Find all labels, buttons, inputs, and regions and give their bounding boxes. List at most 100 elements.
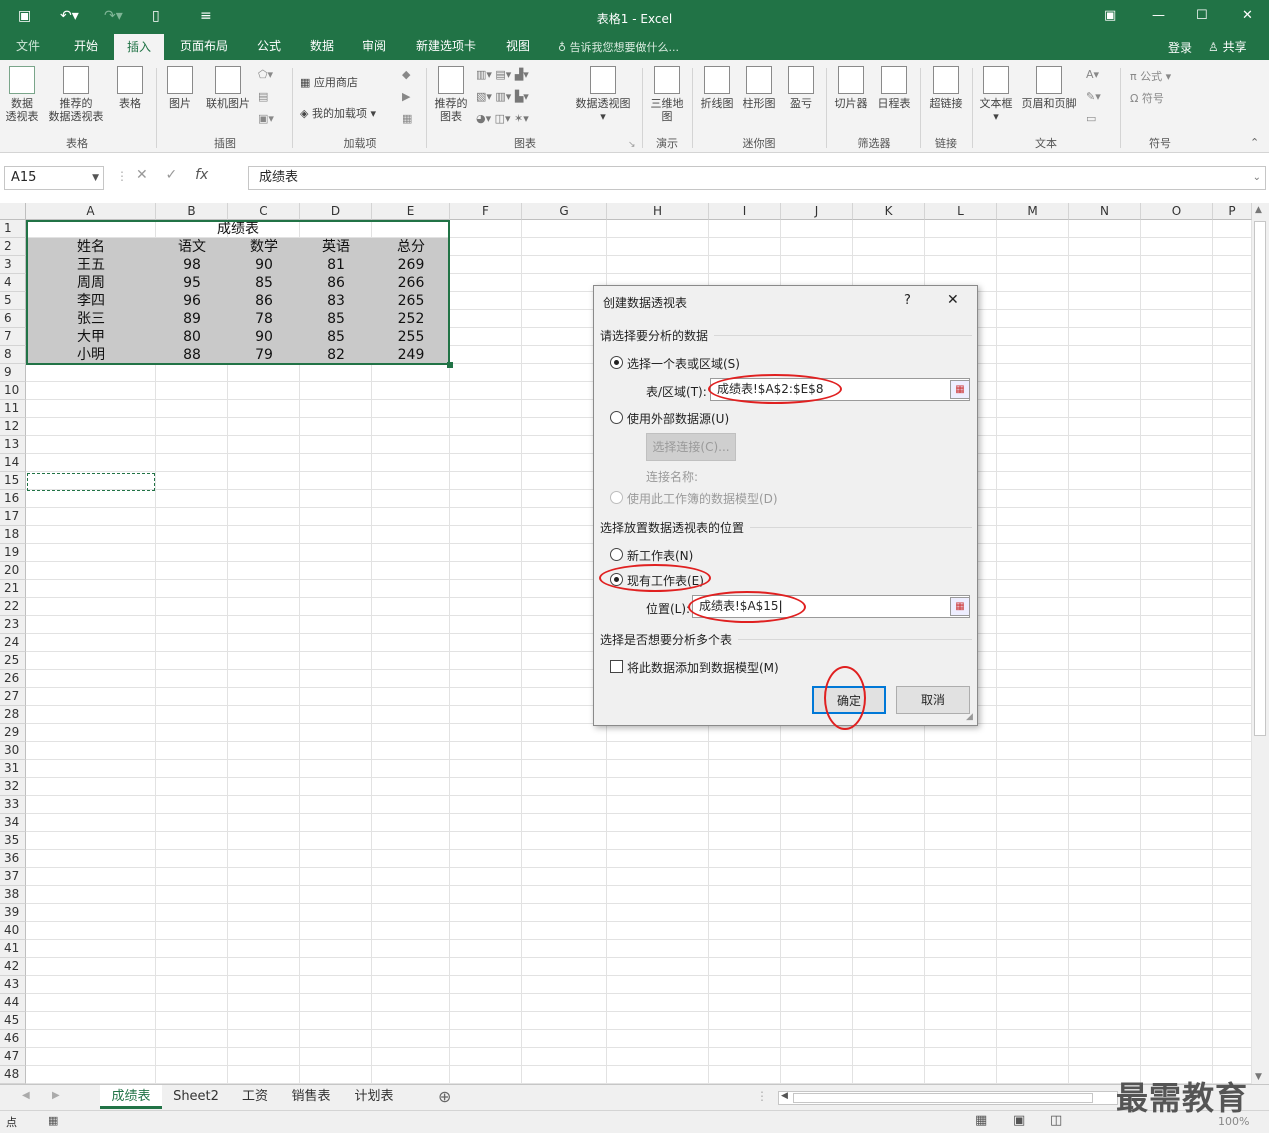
active-cell-a15[interactable]	[27, 473, 155, 491]
macro-record-icon[interactable]: ▦	[48, 1114, 58, 1127]
column-header[interactable]: N	[1069, 203, 1141, 220]
column-header[interactable]: I	[709, 203, 781, 220]
pie-chart-icon[interactable]: ◕▾ ◫▾ ✶▾	[476, 112, 529, 125]
row-header[interactable]: 10	[0, 382, 26, 400]
online-picture-button[interactable]: 联机图片	[202, 66, 254, 110]
tab-home[interactable]: 开始	[60, 34, 112, 60]
help-icon[interactable]: ?	[904, 293, 911, 308]
radio-table-range[interactable]	[610, 356, 623, 369]
column-header[interactable]: E	[372, 203, 450, 220]
picture-button[interactable]: 图片	[164, 66, 196, 110]
column-header[interactable]: K	[853, 203, 925, 220]
sheet-tab-sales[interactable]: 销售表	[282, 1085, 340, 1109]
row-header[interactable]: 7	[0, 328, 26, 346]
radio-new-worksheet[interactable]	[610, 548, 623, 561]
column-header[interactable]: C	[228, 203, 300, 220]
row-header[interactable]: 6	[0, 310, 26, 328]
row-header[interactable]: 28	[0, 706, 26, 724]
close-icon[interactable]: ✕	[1242, 8, 1253, 23]
prev-sheet-icon[interactable]: ◀	[22, 1090, 30, 1101]
collapse-range-icon[interactable]: ▦	[950, 380, 970, 399]
column-header[interactable]: B	[156, 203, 228, 220]
row-header[interactable]: 34	[0, 814, 26, 832]
row-header[interactable]: 39	[0, 904, 26, 922]
row-header[interactable]: 8	[0, 346, 26, 364]
row-header[interactable]: 20	[0, 562, 26, 580]
row-header[interactable]: 19	[0, 544, 26, 562]
header-footer-button[interactable]: 页眉和页脚	[1018, 66, 1080, 110]
table-button[interactable]: 表格	[112, 66, 148, 110]
row-header[interactable]: 36	[0, 850, 26, 868]
hierarchy-chart-icon[interactable]: ▧▾ ▥▾ ▙▾	[476, 90, 529, 103]
row-header[interactable]: 3	[0, 256, 26, 274]
radio-data-model-label[interactable]: 使用此工作簿的数据模型(D)	[627, 490, 778, 507]
radio-table-range-label[interactable]: 选择一个表或区域(S)	[627, 355, 740, 372]
horizontal-scrollbar[interactable]: ◀	[778, 1091, 1118, 1105]
row-header[interactable]: 4	[0, 274, 26, 292]
pivot-table-button[interactable]: 数据 透视表	[4, 66, 40, 123]
horizontal-scroll-thumb[interactable]	[793, 1093, 1093, 1103]
sheet-tab-sheet2[interactable]: Sheet2	[164, 1085, 228, 1109]
people-graph-icon[interactable]: ▶	[402, 90, 410, 103]
cancel-formula-icon[interactable]: ✕	[136, 167, 148, 183]
tab-file[interactable]: 文件	[0, 34, 56, 60]
row-header[interactable]: 47	[0, 1048, 26, 1066]
row-header[interactable]: 32	[0, 778, 26, 796]
column-header[interactable]: H	[607, 203, 709, 220]
row-header[interactable]: 15	[0, 472, 26, 490]
column-header[interactable]: J	[781, 203, 853, 220]
row-header[interactable]: 22	[0, 598, 26, 616]
sheet-tab-scores[interactable]: 成绩表	[100, 1085, 162, 1109]
ribbon-display-icon[interactable]: ▣	[1104, 8, 1116, 23]
radio-external-source-label[interactable]: 使用外部数据源(U)	[627, 410, 729, 427]
scroll-left-icon[interactable]: ◀	[781, 1091, 788, 1101]
vertical-scrollbar[interactable]: ▲ ▼	[1252, 203, 1269, 1084]
row-header[interactable]: 25	[0, 652, 26, 670]
column-header[interactable]: A	[26, 203, 156, 220]
tab-insert[interactable]: 插入	[114, 34, 164, 60]
dialog-launcher-icon[interactable]: ↘	[628, 140, 636, 150]
tell-me-input[interactable]: ♁ 告诉我您想要做什么...	[558, 39, 679, 55]
wordart-icon[interactable]: A▾	[1086, 68, 1099, 81]
normal-view-icon[interactable]: ▦	[975, 1113, 987, 1128]
tab-view[interactable]: 视图	[496, 34, 540, 60]
symbol-button[interactable]: Ω 符号	[1130, 90, 1164, 106]
minimize-icon[interactable]: —	[1152, 8, 1165, 23]
slicer-button[interactable]: 切片器	[832, 66, 870, 110]
row-header[interactable]: 9	[0, 364, 26, 382]
bing-maps-icon[interactable]: ◆	[402, 68, 410, 81]
radio-new-worksheet-label[interactable]: 新工作表(N)	[627, 547, 693, 564]
sparkline-column-button[interactable]: 柱形图	[740, 66, 778, 110]
column-header[interactable]: P	[1213, 203, 1252, 220]
row-header[interactable]: 2	[0, 238, 26, 256]
share-button[interactable]: ♙ 共享	[1208, 38, 1247, 55]
row-header[interactable]: 29	[0, 724, 26, 742]
row-header[interactable]: 26	[0, 670, 26, 688]
row-header[interactable]: 1	[0, 220, 26, 238]
add-to-data-model-checkbox[interactable]	[610, 660, 623, 673]
next-sheet-icon[interactable]: ▶	[52, 1090, 60, 1101]
tab-review[interactable]: 审阅	[352, 34, 396, 60]
row-header[interactable]: 43	[0, 976, 26, 994]
store-button[interactable]: ▦ 应用商店	[300, 74, 358, 90]
select-all-corner[interactable]	[0, 203, 26, 220]
tab-split-icon[interactable]: ⋮	[756, 1089, 768, 1103]
timeline-button[interactable]: 日程表	[874, 66, 914, 110]
page-break-view-icon[interactable]: ◫	[1050, 1113, 1062, 1128]
row-header[interactable]: 46	[0, 1030, 26, 1048]
column-chart-icon[interactable]: ▥▾ ▤▾ ▟▾	[476, 68, 529, 81]
sparkline-winloss-button[interactable]: 盈亏	[784, 66, 818, 110]
tab-data[interactable]: 数据	[300, 34, 344, 60]
tab-formulas[interactable]: 公式	[246, 34, 292, 60]
hyperlink-button[interactable]: 超链接	[926, 66, 966, 110]
column-header[interactable]: L	[925, 203, 997, 220]
page-layout-view-icon[interactable]: ▣	[1013, 1113, 1025, 1128]
collapse-ribbon-icon[interactable]: ⌃	[1250, 136, 1259, 149]
maximize-icon[interactable]: ☐	[1196, 8, 1208, 23]
column-header[interactable]: G	[522, 203, 607, 220]
sheet-tab-salary[interactable]: 工资	[232, 1085, 278, 1109]
smartart-icon[interactable]: ▤	[258, 90, 268, 103]
row-header[interactable]: 48	[0, 1066, 26, 1084]
row-header[interactable]: 16	[0, 490, 26, 508]
row-header[interactable]: 31	[0, 760, 26, 778]
